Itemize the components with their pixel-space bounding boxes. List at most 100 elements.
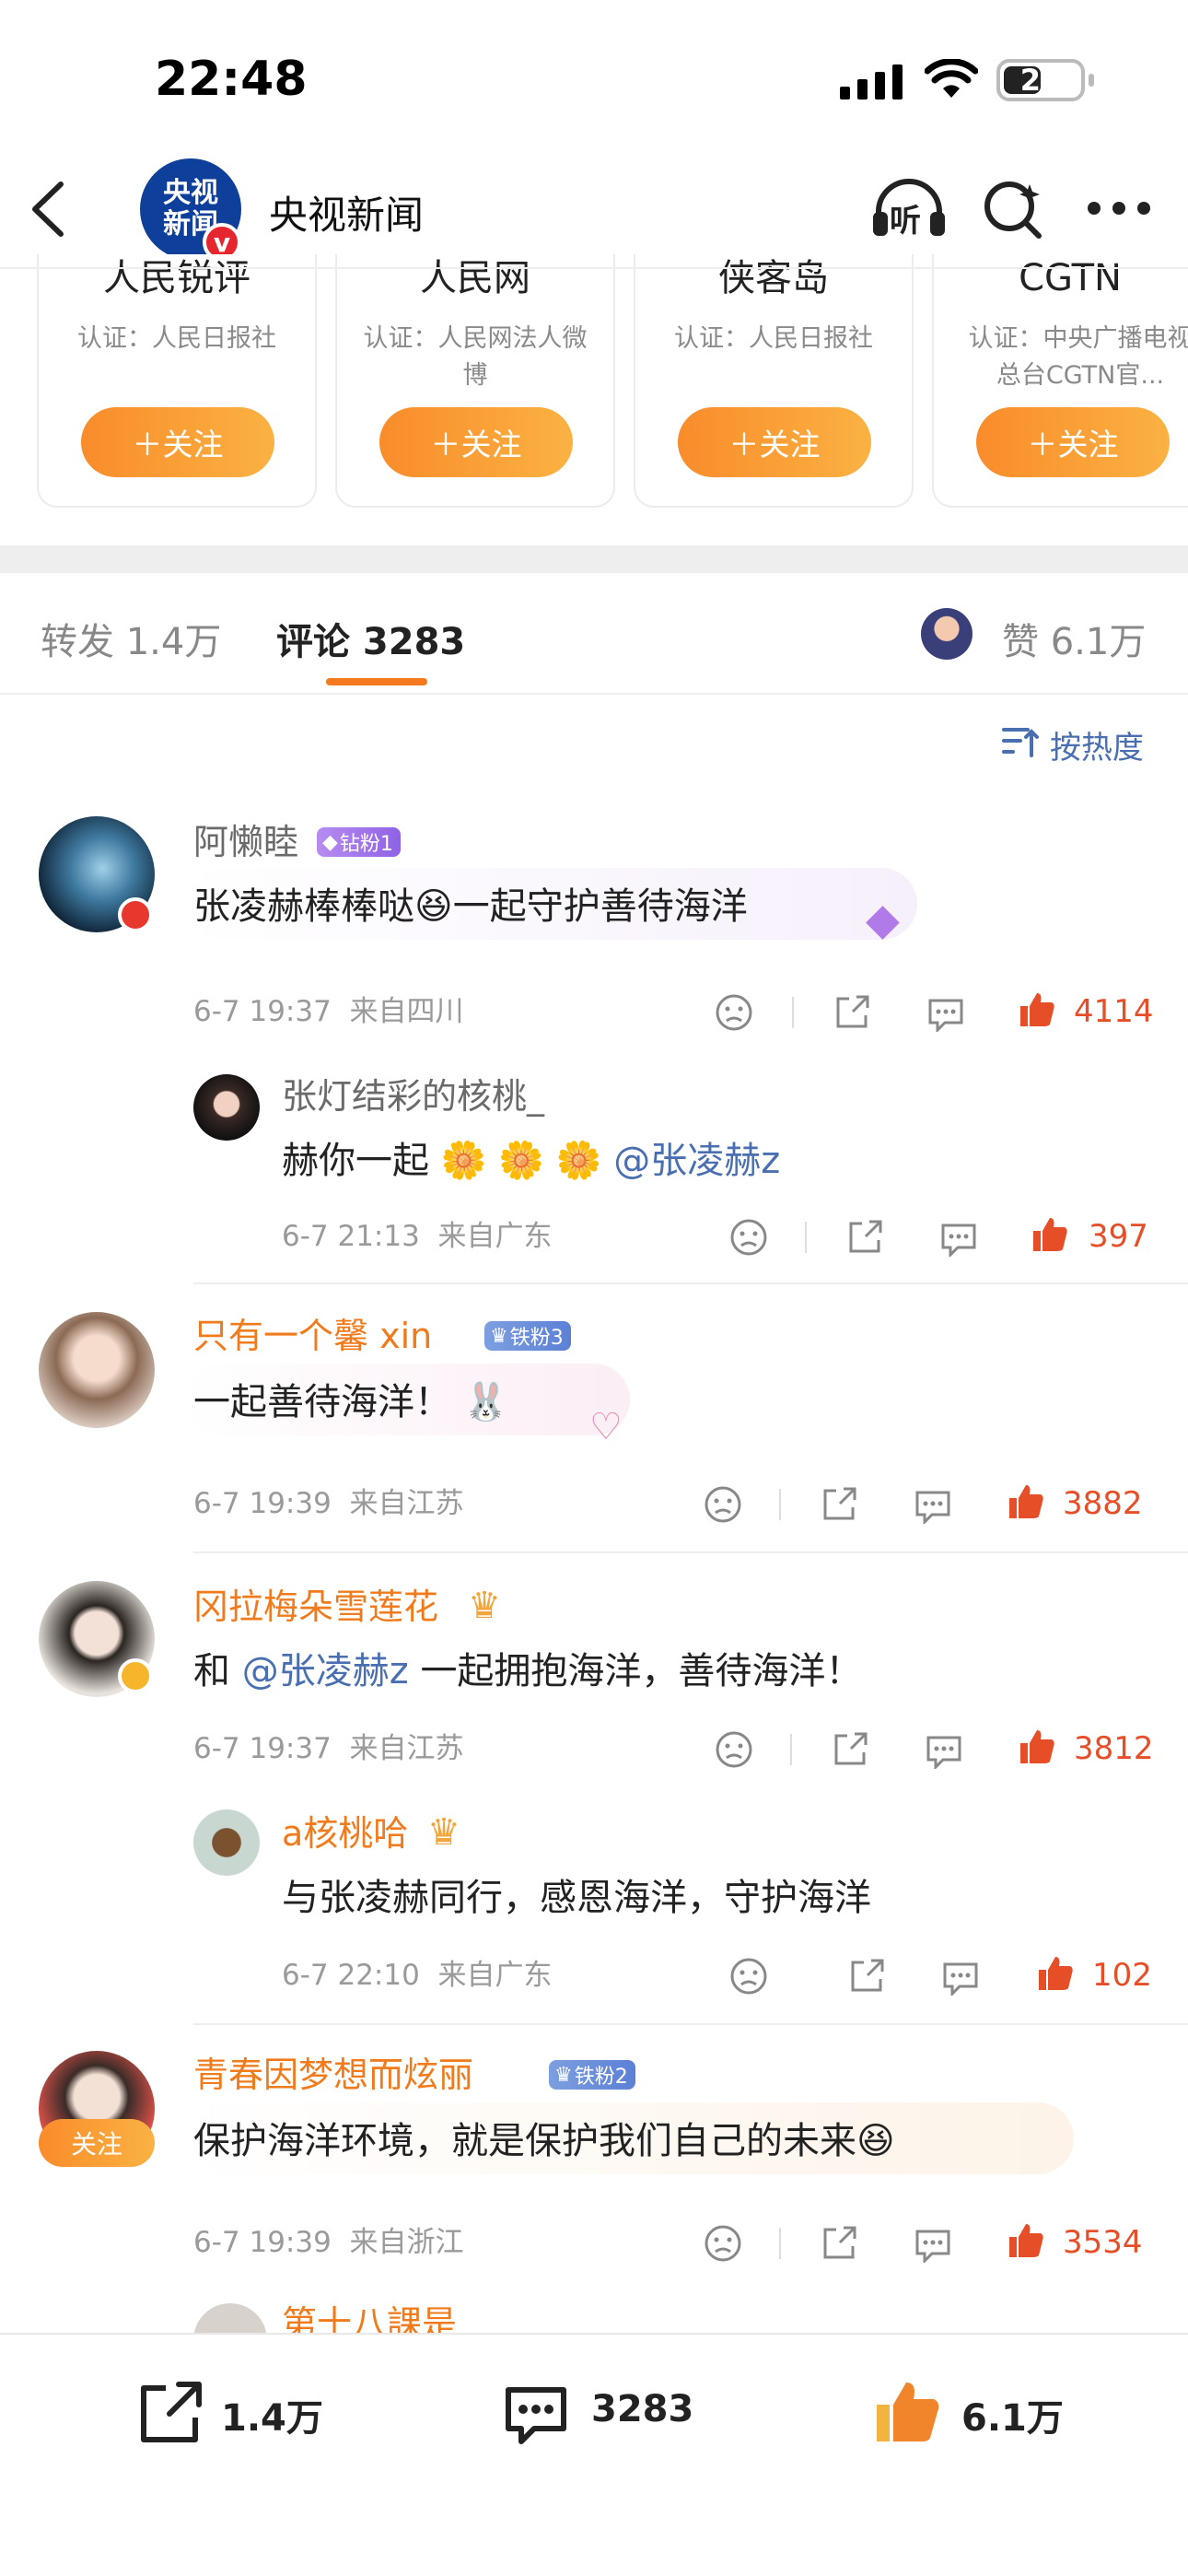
- wifi-icon: [925, 59, 978, 100]
- crown-icon: ♛: [468, 1585, 501, 1627]
- bottom-like-count[interactable]: 6.1万: [961, 2388, 1064, 2441]
- like-count: 3882: [1063, 1485, 1143, 1522]
- recommend-cert: 认证：人民日报社: [77, 324, 276, 353]
- fan-crown-icon: ♛: [490, 1324, 508, 1348]
- like-icon[interactable]: [1006, 2220, 1046, 2261]
- tab-likes[interactable]: 赞 6.1万: [1002, 612, 1146, 665]
- like-icon[interactable]: [1017, 989, 1057, 1030]
- like-count: 102: [1092, 1957, 1152, 1994]
- share-icon[interactable]: [820, 2224, 858, 2263]
- member-badge-icon: [118, 897, 153, 932]
- reply-icon[interactable]: [914, 2226, 952, 2263]
- dislike-icon[interactable]: [715, 993, 753, 1032]
- reply-icon[interactable]: [941, 1959, 980, 1996]
- dislike-icon[interactable]: [715, 1730, 753, 1769]
- like-count: 3534: [1063, 2224, 1143, 2261]
- liker-avatar[interactable]: [921, 608, 973, 660]
- comment-username[interactable]: 阿懒睦: [193, 822, 298, 862]
- reply-icon[interactable]: [914, 1487, 952, 1524]
- reply-icon[interactable]: [939, 1220, 978, 1257]
- search-sparkle-icon[interactable]: [982, 177, 1046, 241]
- recommend-cert: 认证：中央广播电视总台CGTN官...: [968, 324, 1188, 390]
- reply-icon[interactable]: [925, 1732, 963, 1769]
- comment-meta: 6-7 19:37 来自江苏: [193, 1732, 464, 1765]
- recommend-cert: 认证：人民日报社: [674, 324, 873, 353]
- like-icon[interactable]: [1017, 1727, 1057, 1767]
- recommend-card[interactable]: CGTN 认证：中央广播电视总台CGTN官... ＋关注: [932, 254, 1188, 508]
- share-icon[interactable]: [845, 1218, 884, 1257]
- comment-meta: 6-7 19:37 来自四川: [193, 995, 464, 1028]
- share-icon[interactable]: [847, 1957, 886, 1996]
- follow-button[interactable]: ＋关注: [678, 407, 871, 477]
- section-divider: [0, 545, 1188, 573]
- like-icon[interactable]: [1035, 1953, 1076, 1994]
- more-options-icon[interactable]: [1087, 201, 1151, 216]
- battery-indicator: 22: [996, 59, 1094, 101]
- bottom-like-icon[interactable]: [871, 2377, 945, 2447]
- recommend-name: 人民锐评: [103, 257, 250, 299]
- mention-link[interactable]: @张凌赫z: [613, 1140, 780, 1182]
- comment-text: 一起善待海洋！ 🐰: [193, 1381, 509, 1423]
- comment-separator: [193, 2023, 1188, 2025]
- action-separator: [779, 1489, 781, 1520]
- follow-button[interactable]: ＋关注: [379, 407, 573, 477]
- share-icon[interactable]: [820, 1485, 858, 1524]
- reply-text: 与张凌赫同行，感恩海洋，守护海洋: [282, 1877, 871, 1919]
- dislike-icon[interactable]: [729, 1218, 768, 1257]
- follow-tag-button[interactable]: 关注: [39, 2119, 155, 2167]
- fan-crown-icon: ♛: [554, 2063, 573, 2087]
- recommend-card[interactable]: 人民锐评 认证：人民日报社 ＋关注: [37, 254, 317, 508]
- bottom-comment-icon[interactable]: [501, 2383, 571, 2447]
- recommend-name: 侠客岛: [718, 257, 829, 299]
- listen-headphone-icon[interactable]: 听: [869, 175, 949, 241]
- comment-username[interactable]: 青春因梦想而炫丽: [193, 2055, 473, 2095]
- status-time: 22:48: [155, 52, 308, 107]
- action-separator: [779, 2228, 781, 2259]
- dislike-icon[interactable]: [729, 1957, 768, 1996]
- bottom-forward-count[interactable]: 1.4万: [221, 2388, 323, 2441]
- reply-username[interactable]: a核桃哈: [282, 1813, 408, 1854]
- comment-meta: 6-7 19:39 来自江苏: [193, 1487, 464, 1520]
- reply-meta: 6-7 21:13 来自广东: [282, 1220, 553, 1253]
- bottom-bar-divider: [0, 2333, 1188, 2335]
- recommend-name: 人民网: [420, 257, 530, 299]
- action-separator: [805, 1222, 807, 1253]
- recommend-card[interactable]: 侠客岛 认证：人民日报社 ＋关注: [634, 254, 914, 508]
- reply-icon[interactable]: [926, 995, 965, 1032]
- comment-separator: [193, 1551, 1188, 1553]
- action-separator: [792, 997, 794, 1028]
- sort-icon[interactable]: [1002, 726, 1039, 759]
- back-chevron-icon[interactable]: [28, 181, 70, 238]
- tab-forward[interactable]: 转发 1.4万: [41, 612, 221, 665]
- dislike-icon[interactable]: [704, 2224, 742, 2263]
- share-icon[interactable]: [831, 1730, 869, 1769]
- fan-badge: ♛ 铁粉3: [484, 1321, 571, 1351]
- reply-text: 赫你一起 🌼 🌼 🌼 @张凌赫z: [282, 1140, 781, 1182]
- action-separator: [790, 1734, 792, 1765]
- heart-decor-icon: ♡: [589, 1406, 623, 1448]
- sort-label[interactable]: 按热度: [1050, 722, 1144, 767]
- tab-comments[interactable]: 评论 3283: [276, 612, 465, 665]
- reply-username[interactable]: 张灯结彩的核桃_: [282, 1076, 544, 1117]
- like-icon[interactable]: [1006, 1481, 1046, 1522]
- fan-badge: ♛ 铁粉2: [549, 2060, 635, 2090]
- follow-button[interactable]: ＋关注: [976, 407, 1170, 477]
- commenter-avatar[interactable]: [39, 1312, 155, 1428]
- comment-username[interactable]: 冈拉梅朵雪莲花: [193, 1587, 438, 1627]
- header-divider: [0, 267, 1188, 269]
- follow-button[interactable]: ＋关注: [81, 407, 274, 477]
- comment-username[interactable]: 只有一个馨 xin: [193, 1316, 432, 1356]
- bottom-forward-icon[interactable]: [134, 2381, 204, 2447]
- bottom-comment-count[interactable]: 3283: [591, 2388, 693, 2430]
- verified-badge-icon: [118, 1658, 153, 1693]
- mention-link[interactable]: @张凌赫z: [242, 1650, 409, 1692]
- comment-separator: [193, 1282, 1188, 1284]
- share-icon[interactable]: [833, 993, 871, 1032]
- reply-avatar[interactable]: [193, 1074, 260, 1141]
- like-icon[interactable]: [1030, 1214, 1070, 1255]
- reply-avatar[interactable]: [193, 1809, 260, 1876]
- recommend-card[interactable]: 人民网 认证：人民网法人微博 ＋关注: [335, 254, 615, 508]
- dislike-icon[interactable]: [704, 1485, 742, 1524]
- like-count: 3812: [1074, 1730, 1154, 1767]
- reply-meta: 6-7 22:10 来自广东: [282, 1959, 553, 1992]
